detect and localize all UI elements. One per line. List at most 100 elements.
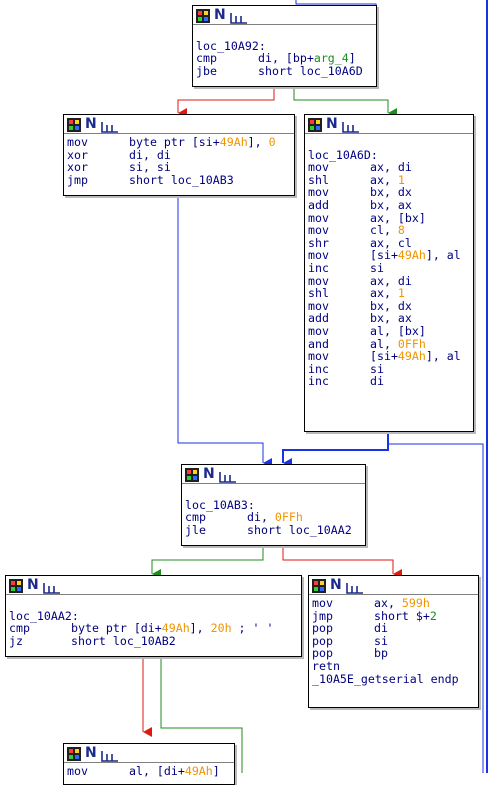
rename-icon[interactable] bbox=[218, 468, 237, 483]
numeric-operand: 49Ah bbox=[184, 764, 213, 778]
node-letter: N bbox=[326, 116, 338, 132]
node-loc-10AB3[interactable]: N loc_10AB3: cmp di, 0FFh jle short loc_10AA… bbox=[181, 464, 366, 546]
node-header: N bbox=[64, 744, 234, 763]
edge-false-10AB3-to-ret bbox=[282, 545, 402, 579]
operand: short loc_10AB3 bbox=[129, 172, 234, 187]
numeric-operand: 49Ah bbox=[219, 135, 248, 149]
mnemonic: inc bbox=[308, 260, 329, 275]
node-getserial-ret[interactable]: N mov ax, 599h jmp short $+2 pop di pop si pop bp… bbox=[308, 575, 479, 708]
node-code: mov byte ptr [si+49Ah], 0 xor di, di xor si, … bbox=[64, 134, 294, 186]
graph-node-icon bbox=[9, 578, 23, 593]
node-header: N bbox=[305, 115, 473, 134]
edge-false-10A92-to-10A9A bbox=[177, 86, 275, 118]
node-header: N bbox=[64, 115, 294, 134]
mnemonic: mov bbox=[67, 135, 88, 149]
graph-node-icon bbox=[67, 746, 81, 761]
operand: bp bbox=[374, 646, 388, 661]
instruction-line[interactable]: pop si bbox=[312, 634, 478, 648]
mnemonic: mov bbox=[67, 764, 88, 778]
numeric-operand: 49Ah bbox=[397, 248, 426, 263]
instruction-line[interactable]: mov byte ptr [si+49Ah], 0 bbox=[67, 136, 294, 149]
mnemonic: jmp bbox=[67, 172, 88, 187]
numeric-operand: 49Ah bbox=[397, 349, 426, 364]
instruction-line[interactable]: jmp short loc_10AB3 bbox=[67, 172, 294, 187]
node-letter: N bbox=[85, 116, 97, 132]
instruction-line[interactable]: mov [si+49Ah], al bbox=[308, 249, 473, 262]
rename-icon[interactable] bbox=[100, 747, 119, 762]
node-loc-10A92[interactable]: N loc_10A92: cmp di, [bp+arg_4] jbe short lo… bbox=[192, 5, 377, 87]
instruction-line[interactable]: jmp short $+2 bbox=[312, 608, 478, 623]
operand: short loc_10AB2 bbox=[71, 633, 176, 648]
graph-node-icon bbox=[312, 578, 326, 593]
node-loc-10AAB[interactable]: N mov al, [di+49Ah] bbox=[63, 743, 235, 785]
mnemonic: pop bbox=[312, 621, 333, 636]
instruction-line[interactable]: jbe short loc_10A6D bbox=[196, 63, 376, 78]
rename-icon[interactable] bbox=[42, 579, 61, 594]
node-loc-10A6D[interactable]: N loc_10A6D: mov ax, di shl ax, 1 mov bx, dx ad… bbox=[304, 114, 474, 432]
graph-node-icon bbox=[308, 117, 322, 132]
mnemonic: mov bbox=[312, 596, 333, 610]
node-code: loc_10AA2: cmp byte ptr [di+49Ah], 20h ; '… bbox=[6, 595, 301, 647]
edge-jmp-10A9A-to-10AB3 bbox=[177, 194, 272, 468]
node-header: N bbox=[193, 6, 376, 25]
node-code: loc_10A92: cmp di, [bp+arg_4] jbe short loc_… bbox=[193, 25, 376, 77]
rename-icon[interactable] bbox=[229, 9, 248, 24]
node-header: N bbox=[182, 465, 365, 484]
instruction-line[interactable]: inc si bbox=[308, 362, 473, 376]
node-loc-10A9A[interactable]: N mov byte ptr [si+49Ah], 0 xor di, di xor si… bbox=[63, 114, 295, 196]
graph-node-icon bbox=[196, 8, 210, 23]
mnemonic: cmp bbox=[185, 510, 206, 525]
node-header: N bbox=[309, 576, 478, 595]
operand: ; ' ' bbox=[231, 621, 274, 636]
mnemonic: inc bbox=[308, 374, 329, 389]
operand: al, [di+ bbox=[129, 764, 185, 778]
node-letter: N bbox=[85, 745, 97, 761]
mnemonic: cmp bbox=[9, 621, 30, 636]
node-letter: N bbox=[27, 577, 39, 593]
code-label[interactable]: _10A5E_getserial endp bbox=[312, 672, 478, 686]
numeric-operand: 0 bbox=[268, 135, 276, 149]
mnemonic: xor bbox=[67, 160, 88, 175]
rename-icon[interactable] bbox=[341, 118, 360, 133]
operand: short loc_10AA2 bbox=[247, 522, 352, 537]
numeric-operand: 20h bbox=[210, 621, 232, 636]
variable-operand: 2 bbox=[429, 608, 437, 623]
label-text[interactable]: _10A5E_getserial endp bbox=[312, 672, 459, 686]
operand: di bbox=[370, 374, 384, 389]
mnemonic: jle bbox=[185, 522, 206, 537]
instruction-line[interactable]: jle short loc_10AA2 bbox=[185, 522, 365, 537]
node-letter: N bbox=[214, 7, 226, 23]
node-letter: N bbox=[203, 466, 215, 482]
mnemonic: jbe bbox=[196, 63, 217, 78]
node-code: loc_10A6D: mov ax, di shl ax, 1 mov bx, dx add b… bbox=[305, 134, 473, 388]
node-code: loc_10AB3: cmp di, 0FFh jle short loc_10AA2 bbox=[182, 484, 365, 536]
mnemonic: mov bbox=[308, 349, 329, 364]
operand: ], al bbox=[425, 349, 461, 364]
instruction-line[interactable]: pop di bbox=[312, 622, 478, 635]
edge-true-10A92-to-10A6D bbox=[293, 86, 397, 118]
mnemonic: jz bbox=[9, 633, 23, 648]
graph-node-icon bbox=[67, 117, 81, 132]
mnemonic: mov bbox=[308, 160, 329, 175]
mnemonic: add bbox=[308, 197, 329, 212]
node-header: N bbox=[6, 576, 301, 595]
rename-icon[interactable] bbox=[345, 579, 364, 594]
loop-rail bbox=[486, 0, 488, 773]
instruction-line[interactable]: mov al, [di+49Ah] bbox=[67, 765, 234, 778]
edge-true-10AB3-to-10AA2 bbox=[151, 545, 264, 579]
instruction-line[interactable]: xor di, di bbox=[67, 148, 294, 162]
instruction-line[interactable]: inc di bbox=[308, 375, 473, 388]
node-loc-10AA2[interactable]: N loc_10AA2: cmp byte ptr [di+49Ah], 20h ;… bbox=[5, 575, 302, 657]
node-letter: N bbox=[330, 577, 342, 593]
mnemonic: shl bbox=[308, 286, 329, 301]
operand: ], bbox=[189, 621, 211, 636]
node-code: mov al, [di+49Ah] bbox=[64, 763, 234, 778]
node-code: mov ax, 599h jmp short $+2 pop di pop si pop bp re… bbox=[309, 595, 478, 685]
edge-fall-10A6D-to-10AB3 bbox=[282, 430, 389, 468]
instruction-line[interactable]: jz short loc_10AB2 bbox=[9, 633, 301, 648]
rename-icon[interactable] bbox=[100, 118, 119, 133]
operand: ] bbox=[212, 764, 220, 778]
instruction-line[interactable]: mov [si+49Ah], al bbox=[308, 350, 473, 363]
mnemonic: cmp bbox=[196, 51, 217, 66]
mnemonic: mov bbox=[308, 323, 329, 338]
